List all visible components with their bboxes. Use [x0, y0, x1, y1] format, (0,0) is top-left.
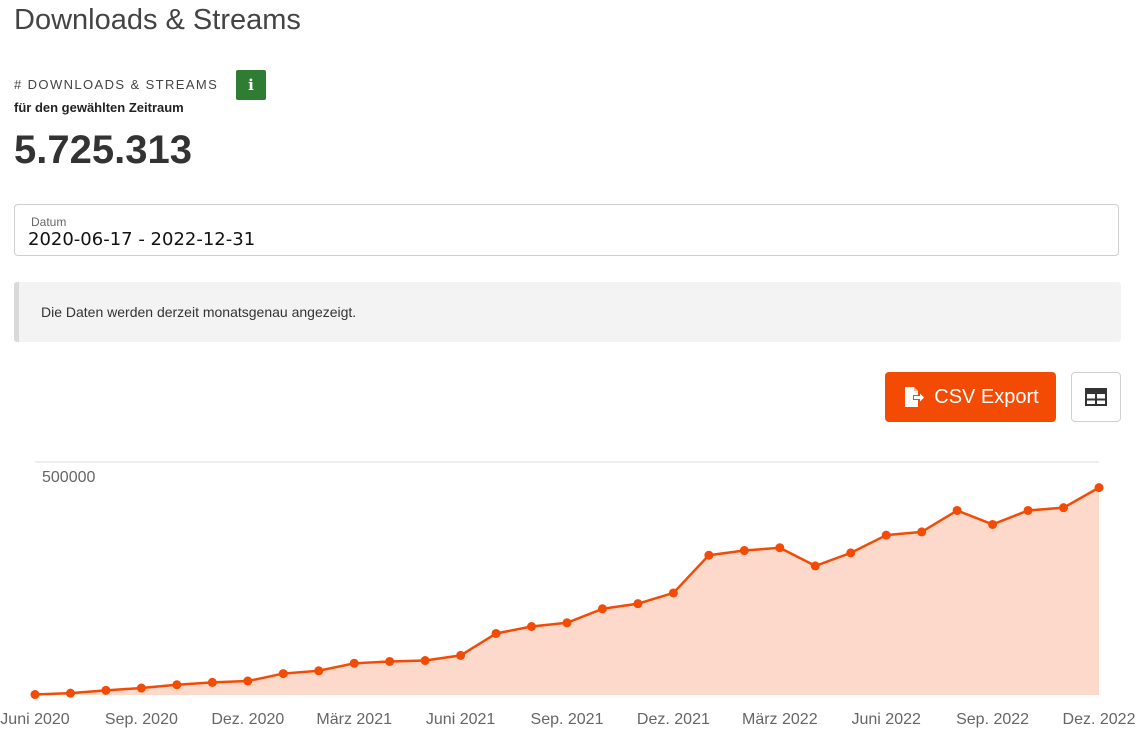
data-point [420, 656, 430, 666]
data-point [207, 677, 217, 687]
x-tick-label: Juni 2021 [426, 711, 495, 728]
data-point [704, 550, 714, 560]
info-icon: i [248, 76, 254, 94]
x-tick-label: Juni 2022 [852, 711, 921, 728]
data-point [952, 505, 962, 515]
x-tick-label: März 2021 [316, 711, 392, 728]
notice-text: Die Daten werden derzeit monatsgenau ang… [41, 304, 357, 320]
file-export-icon [905, 387, 925, 407]
data-point [527, 621, 537, 631]
x-tick-label: Juni 2020 [0, 711, 69, 728]
data-point [1023, 505, 1033, 515]
data-point [491, 628, 501, 638]
data-point [278, 669, 288, 679]
x-tick-label: Sep. 2022 [956, 711, 1029, 728]
csv-export-label: CSV Export [934, 385, 1039, 408]
data-point [101, 685, 111, 695]
data-point [65, 688, 75, 698]
downloads-chart: 500000 Juni 2020 Sep. 2020 Dez. 2020 März 20… [0, 461, 1136, 728]
data-point [775, 543, 785, 553]
date-range-field[interactable]: Datum 2020-06-17 - 2022-12-31 [14, 204, 1119, 256]
data-point [243, 676, 253, 686]
data-point [456, 650, 466, 660]
table-icon [1085, 388, 1107, 406]
data-point [988, 519, 998, 529]
data-point [633, 599, 643, 609]
x-tick-label: Dez. 2022 [1063, 711, 1136, 728]
table-view-button[interactable] [1071, 372, 1121, 422]
data-point [881, 530, 891, 540]
x-tick-label: Dez. 2021 [637, 711, 710, 728]
page-title: Downloads & Streams [14, 4, 301, 36]
date-label: Datum [31, 215, 67, 229]
data-point [385, 656, 395, 666]
data-point [349, 658, 359, 668]
data-point [172, 680, 182, 690]
data-point [562, 618, 572, 628]
x-tick-label: Dez. 2020 [211, 711, 284, 728]
x-tick-label: Sep. 2020 [105, 711, 178, 728]
info-notice: Die Daten werden derzeit monatsgenau ang… [14, 282, 1121, 342]
data-point [1059, 503, 1069, 513]
info-button[interactable]: i [236, 70, 266, 100]
data-point [314, 666, 324, 676]
data-point [668, 588, 678, 598]
data-point [1094, 483, 1104, 493]
date-range-value[interactable]: 2020-06-17 - 2022-12-31 [28, 229, 255, 250]
kpi-label: # DOWNLOADS & STREAMS [14, 77, 219, 92]
kpi-value: 5.725.313 [14, 128, 192, 172]
kpi-sublabel: für den gewählten Zeitraum [14, 100, 184, 115]
data-point [30, 690, 40, 700]
data-point [136, 683, 146, 693]
data-point [597, 604, 607, 614]
series-area [35, 487, 1099, 695]
csv-export-button[interactable]: CSV Export [885, 372, 1056, 422]
data-point [917, 527, 927, 537]
x-tick-label: Sep. 2021 [531, 711, 604, 728]
data-point [846, 548, 856, 558]
x-tick-label: März 2022 [742, 711, 818, 728]
data-point [739, 546, 749, 556]
data-point [810, 561, 820, 571]
y-tick-label: 500000 [42, 469, 95, 486]
